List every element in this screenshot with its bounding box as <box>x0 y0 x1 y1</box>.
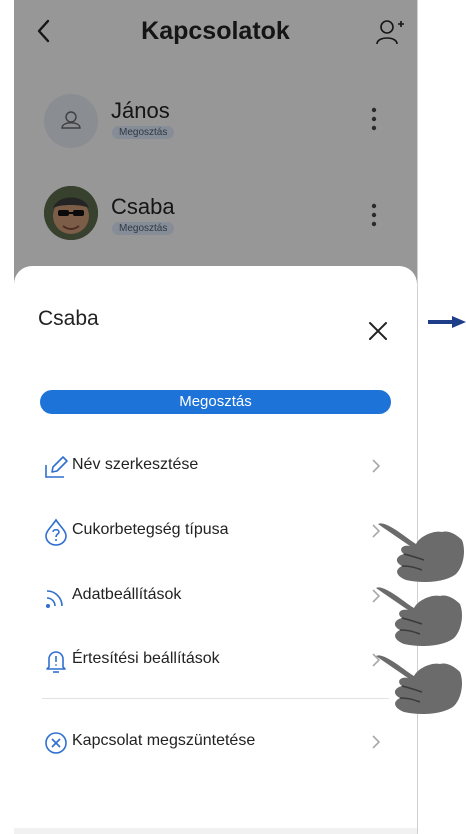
menu-diabetes-type[interactable]: Cukorbetegség típusa <box>14 509 417 553</box>
menu-label: Kapcsolat megszüntetése <box>72 732 256 749</box>
close-icon[interactable] <box>367 320 389 342</box>
right-arrow-icon <box>428 316 466 328</box>
edit-icon <box>45 456 68 478</box>
sheet-contact-name: Csaba <box>38 307 99 330</box>
divider <box>42 698 389 699</box>
menu-label: Cukorbetegség típusa <box>72 521 229 538</box>
contact-options-sheet: Csaba Megosztás Név szerkesztése Cukorbe… <box>14 266 417 834</box>
pointing-hand-icon <box>376 655 462 714</box>
question-drop-icon <box>45 518 67 546</box>
menu-data-settings[interactable]: Adatbeállítások <box>14 574 417 618</box>
menu-label: Értesítési beállítások <box>72 650 220 667</box>
bottom-strip <box>14 828 417 834</box>
data-signal-icon <box>46 590 63 608</box>
menu-label: Név szerkesztése <box>72 456 199 473</box>
bell-icon <box>46 651 66 673</box>
pointing-hand-icon <box>378 523 464 582</box>
menu-label: Adatbeállítások <box>72 586 182 603</box>
chevron-right-icon <box>372 459 381 473</box>
phone-screen: Kapcsolatok János Megosztás Csaba Megosz… <box>14 0 418 834</box>
share-status-bar[interactable]: Megosztás <box>40 390 391 414</box>
menu-edit-name[interactable]: Név szerkesztése <box>14 444 417 488</box>
menu-notification-settings[interactable]: Értesítési beállítások <box>14 638 417 682</box>
remove-circle-icon <box>45 732 67 754</box>
menu-remove-contact[interactable]: Kapcsolat megszüntetése <box>14 720 417 764</box>
chevron-right-icon <box>372 735 381 749</box>
pointing-hand-icon <box>376 587 462 646</box>
